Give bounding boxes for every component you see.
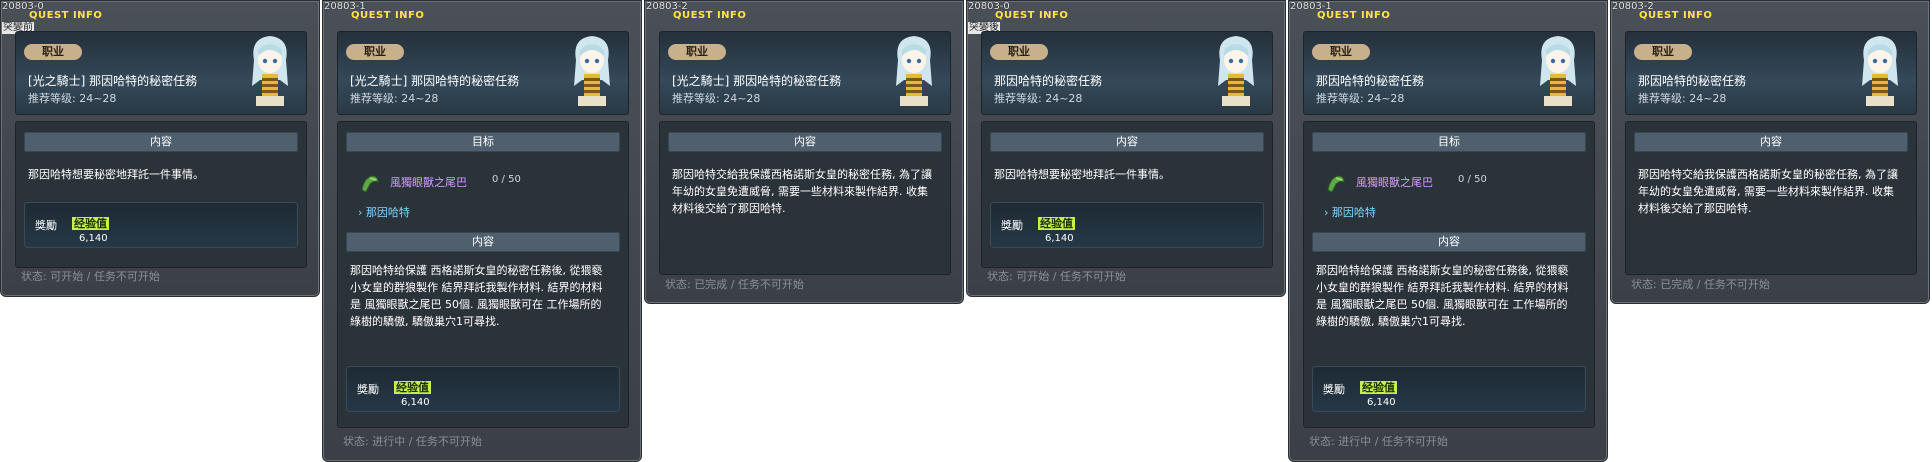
job-tag: 职业: [346, 44, 404, 60]
section-header-content: 内容: [1312, 232, 1586, 252]
section-header-content: 内容: [668, 132, 942, 152]
quest-name: 那因哈特的秘密任務: [1316, 74, 1425, 88]
target-item-row[interactable]: 風獨眼獸之尾巴 0 / 50: [1312, 170, 1584, 204]
quest-status: 状态: 进行中 / 任务不可开始: [343, 435, 482, 448]
target-npc-link[interactable]: › 那因哈特: [1324, 204, 1376, 220]
target-item-count: 0 / 50: [492, 174, 521, 185]
quest-panel: 20803-0 QUEST INFO 突變後 职业 那因哈特的秘密任務 推荐等级…: [966, 0, 1286, 297]
panel-title: QUEST INFO: [1317, 10, 1391, 21]
quest-description: 那因哈特交給我保護西格諾斯女皇的秘密任務, 為了讓年幼的女皇免遭威脅, 需要一些…: [1638, 168, 1898, 215]
exp-badge: 经验值: [72, 217, 109, 230]
quest-description: 那因哈特给保護 西格諾斯女皇的秘密任務後, 從猥褻小女皇的群狼製作 結界拜託我製…: [1316, 264, 1569, 328]
reward-label: 獎勵: [357, 383, 379, 396]
quest-body: 目标 風獨眼獸之尾巴 0 / 50 › 那因哈特 内容 那因哈特给保護 西格諾斯…: [337, 121, 629, 428]
reward-label: 獎勵: [35, 219, 57, 232]
tail-item-icon: [361, 175, 379, 193]
npc-portrait-icon: [1862, 36, 1898, 106]
reward-box: 獎勵 经验值 6,140: [346, 366, 620, 412]
quest-status: 状态: 可开始 / 任务不可开始: [987, 270, 1126, 283]
quest-header: 职业 [光之騎士] 那因哈特的秘密任務 推荐等级: 24~28: [659, 31, 951, 115]
job-tag: 职业: [1634, 44, 1692, 60]
npc-portrait-icon: [1540, 36, 1576, 106]
section-header-target: 目标: [346, 132, 620, 152]
quest-body: 内容 那因哈特想要秘密地拜託一件事情。 獎勵 经验值 6,140: [981, 121, 1273, 268]
job-tag: 职业: [990, 44, 1048, 60]
reward-box: 獎勵 经验值 6,140: [24, 202, 298, 248]
reward-label: 獎勵: [1001, 219, 1023, 232]
quest-body: 内容 那因哈特交給我保護西格諾斯女皇的秘密任務, 為了讓年幼的女皇免遭威脅, 需…: [659, 121, 951, 275]
quest-level: 推荐等级: 24~28: [672, 92, 761, 105]
reward-label: 獎勵: [1323, 383, 1345, 396]
quest-description: 那因哈特想要秘密地拜託一件事情。: [994, 168, 1170, 181]
quest-level: 推荐等级: 24~28: [350, 92, 439, 105]
quest-description: 那因哈特交給我保護西格諾斯女皇的秘密任務, 為了讓年幼的女皇免遭威脅, 需要一些…: [672, 168, 932, 215]
quest-body: 内容 那因哈特想要秘密地拜託一件事情。 獎勵 经验值 6,140: [15, 121, 307, 268]
quest-level: 推荐等级: 24~28: [28, 92, 117, 105]
quest-status: 状态: 已完成 / 任务不可开始: [1631, 278, 1770, 291]
target-item-name: 風獨眼獸之尾巴: [1356, 176, 1433, 189]
quest-header: 职业 那因哈特的秘密任務 推荐等级: 24~28: [981, 31, 1273, 115]
exp-badge: 经验值: [1038, 217, 1075, 230]
reward-value: 6,140: [401, 397, 430, 408]
reward-box: 獎勵 经验值 6,140: [990, 202, 1264, 248]
quest-level: 推荐等级: 24~28: [1316, 92, 1405, 105]
target-item-name: 風獨眼獸之尾巴: [390, 176, 467, 189]
quest-panel: 20803-0 QUEST INFO 突變前 职业 [光之騎士] 那因哈特的秘密…: [0, 0, 320, 297]
reward-value: 6,140: [79, 233, 108, 244]
tail-item-icon: [1327, 175, 1345, 193]
panel-title: QUEST INFO: [351, 10, 425, 21]
quest-body: 目标 風獨眼獸之尾巴 0 / 50 › 那因哈特 内容 那因哈特给保護 西格諾斯…: [1303, 121, 1595, 428]
quest-body: 内容 那因哈特交給我保護西格諾斯女皇的秘密任務, 為了讓年幼的女皇免遭威脅, 需…: [1625, 121, 1917, 275]
quest-name: 那因哈特的秘密任務: [994, 74, 1103, 88]
target-item-count: 0 / 50: [1458, 174, 1487, 185]
section-header-content: 内容: [346, 232, 620, 252]
npc-portrait-icon: [574, 36, 610, 106]
quest-description: 那因哈特想要秘密地拜託一件事情。: [28, 168, 204, 181]
quest-status: 状态: 进行中 / 任务不可开始: [1309, 435, 1448, 448]
npc-portrait-icon: [252, 36, 288, 106]
quest-status: 状态: 已完成 / 任务不可开始: [665, 278, 804, 291]
quest-panel: 20803-2 QUEST INFO 职业 [光之騎士] 那因哈特的秘密任務 推…: [644, 0, 964, 304]
job-tag: 职业: [668, 44, 726, 60]
quest-header: 职业 那因哈特的秘密任務 推荐等级: 24~28: [1303, 31, 1595, 115]
npc-portrait-icon: [896, 36, 932, 106]
quest-header: 职业 [光之騎士] 那因哈特的秘密任務 推荐等级: 24~28: [337, 31, 629, 115]
reward-value: 6,140: [1045, 233, 1074, 244]
quest-name: [光之騎士] 那因哈特的秘密任務: [350, 74, 520, 88]
quest-name: 那因哈特的秘密任務: [1638, 74, 1747, 88]
quest-header: 职业 [光之騎士] 那因哈特的秘密任務 推荐等级: 24~28: [15, 31, 307, 115]
quest-panel: 20803-1 QUEST INFO 职业 [光之騎士] 那因哈特的秘密任務 推…: [322, 0, 642, 462]
panel-title: QUEST INFO: [1639, 10, 1713, 21]
quest-name: [光之騎士] 那因哈特的秘密任務: [672, 74, 842, 88]
quest-panel: 20803-2 QUEST INFO 职业 那因哈特的秘密任務 推荐等级: 24…: [1610, 0, 1930, 304]
job-tag: 职业: [1312, 44, 1370, 60]
quest-description: 那因哈特给保護 西格諾斯女皇的秘密任務後, 從猥褻小女皇的群狼製作 結界拜託我製…: [350, 264, 603, 328]
reward-value: 6,140: [1367, 397, 1396, 408]
exp-badge: 经验值: [1360, 381, 1397, 394]
section-header-content: 内容: [990, 132, 1264, 152]
target-item-row[interactable]: 風獨眼獸之尾巴 0 / 50: [346, 170, 618, 204]
section-header-target: 目标: [1312, 132, 1586, 152]
quest-header: 职业 那因哈特的秘密任務 推荐等级: 24~28: [1625, 31, 1917, 115]
section-header-content: 内容: [24, 132, 298, 152]
reward-box: 獎勵 经验值 6,140: [1312, 366, 1586, 412]
job-tag: 职业: [24, 44, 82, 60]
panel-title: QUEST INFO: [29, 10, 103, 21]
quest-level: 推荐等级: 24~28: [994, 92, 1083, 105]
panel-title: QUEST INFO: [995, 10, 1069, 21]
target-npc-link[interactable]: › 那因哈特: [358, 204, 410, 220]
exp-badge: 经验值: [394, 381, 431, 394]
quest-name: [光之騎士] 那因哈特的秘密任務: [28, 74, 198, 88]
quest-panel: 20803-1 QUEST INFO 职业 那因哈特的秘密任務 推荐等级: 24…: [1288, 0, 1608, 462]
npc-portrait-icon: [1218, 36, 1254, 106]
quest-status: 状态: 可开始 / 任务不可开始: [21, 270, 160, 283]
section-header-content: 内容: [1634, 132, 1908, 152]
panel-title: QUEST INFO: [673, 10, 747, 21]
quest-level: 推荐等级: 24~28: [1638, 92, 1727, 105]
